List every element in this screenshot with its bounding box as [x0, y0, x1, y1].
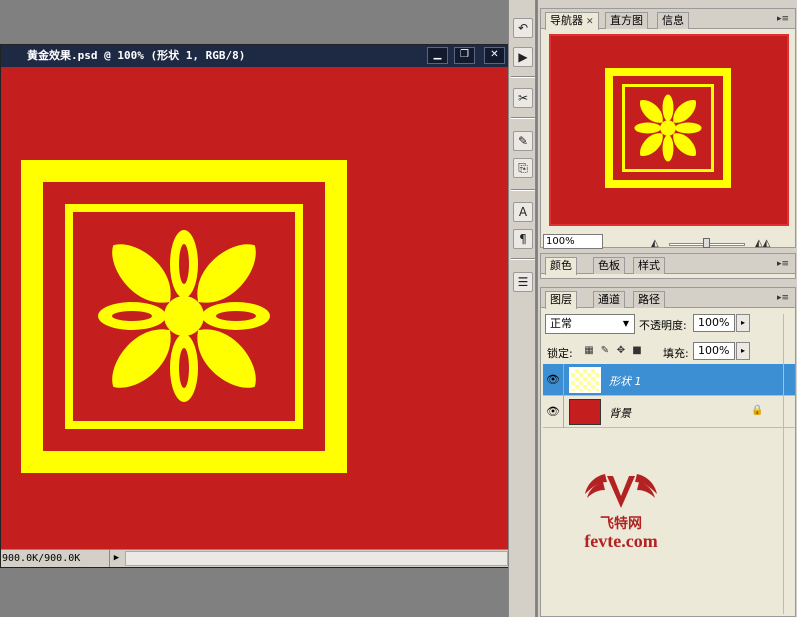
divider: [511, 258, 535, 260]
panel-menu-icon[interactable]: ▸≡: [777, 258, 789, 270]
clone-source-icon[interactable]: ⎘: [513, 158, 533, 178]
watermark-brand: 飞特网: [600, 516, 642, 532]
fill-stepper-icon[interactable]: ▸: [736, 342, 750, 360]
tab-label: 导航器: [550, 14, 583, 27]
watermark-url: fevte.com: [584, 531, 658, 551]
lock-all-icon[interactable]: ■: [631, 345, 643, 357]
divider: [563, 396, 564, 428]
navigator-thumbnail: [605, 68, 731, 188]
lock-position-icon[interactable]: ✥: [615, 345, 627, 357]
chevron-down-icon: ▼: [622, 319, 630, 328]
zoom-out-icon[interactable]: ◭: [651, 238, 659, 249]
tab-navigator[interactable]: 导航器 ✕: [545, 12, 599, 30]
divider: [511, 117, 535, 119]
document-size-info[interactable]: 900.0K/900.0K: [1, 550, 107, 567]
watermark-logo: 飞特网 fevte.com: [581, 468, 661, 552]
panel-vertical-scrollbar[interactable]: [783, 314, 793, 614]
visibility-eye-icon[interactable]: 👁: [545, 405, 561, 419]
close-icon[interactable]: ✕: [484, 47, 505, 64]
restore-icon[interactable]: ❐: [454, 47, 475, 64]
color-tab-bar: 颜色 色板 样式 ▸≡: [541, 254, 795, 275]
document-window: 黄金效果.psd @ 100% (形状 1, RGB/8) ▁ ❐ ✕ 900.…: [0, 44, 510, 568]
layer-row-background[interactable]: 👁 背景 🔒: [543, 396, 795, 428]
character-icon[interactable]: A: [513, 202, 533, 222]
panel-menu-icon[interactable]: ▸≡: [777, 13, 789, 25]
color-panel: 颜色 色板 样式 ▸≡: [540, 253, 796, 279]
zoom-slider-handle[interactable]: [703, 238, 710, 248]
opacity-label: 不透明度:: [639, 319, 687, 332]
minimize-icon[interactable]: ▁: [427, 47, 448, 64]
ornament-artwork: [21, 160, 347, 473]
panel-menu-icon[interactable]: ▸≡: [777, 292, 789, 304]
opacity-input[interactable]: 100%: [693, 314, 735, 332]
image-canvas[interactable]: [1, 67, 509, 549]
layer-thumbnail: [569, 367, 601, 393]
layers-panel: 图层 通道 路径 ▸≡ 正常 ▼ 不透明度: 100% ▸ 锁定: ▦ ✎ ✥ …: [540, 287, 796, 617]
divider: [511, 76, 535, 78]
panel-well: ↶ ▶ ✂ ✎ ⎘ A ¶ ☰: [508, 0, 536, 617]
divider: [511, 189, 535, 191]
layer-thumbnail: [569, 399, 601, 425]
tab-paths[interactable]: 路径: [633, 291, 665, 308]
zoom-in-icon[interactable]: ◭◭: [755, 238, 770, 249]
history-brush-icon[interactable]: ↶: [513, 18, 533, 38]
fill-label: 填充:: [663, 347, 689, 360]
layer-row-shape-1[interactable]: 👁 形状 1: [543, 364, 795, 396]
layer-name[interactable]: 背景: [609, 405, 631, 421]
tab-color[interactable]: 颜色: [545, 257, 577, 275]
blend-mode-value: 正常: [550, 317, 572, 330]
tab-styles[interactable]: 样式: [633, 257, 665, 274]
navigator-tab-bar: 导航器 ✕ 直方图 信息 ▸≡: [541, 9, 795, 30]
close-tab-icon[interactable]: ✕: [586, 17, 594, 27]
horizontal-scrollbar[interactable]: [125, 551, 508, 566]
navigator-zoom-field[interactable]: 100%: [543, 234, 603, 249]
navigator-panel: 导航器 ✕ 直方图 信息 ▸≡ 100% ◭ ◭◭: [540, 8, 796, 249]
actions-play-icon[interactable]: ▶: [513, 47, 533, 67]
status-menu-arrow-icon[interactable]: ▶: [109, 550, 123, 567]
opacity-stepper-icon[interactable]: ▸: [736, 314, 750, 332]
layer-name[interactable]: 形状 1: [609, 373, 642, 389]
blend-mode-select[interactable]: 正常 ▼: [545, 314, 635, 334]
lock-transparency-icon[interactable]: ▦: [583, 345, 595, 357]
tab-layers[interactable]: 图层: [545, 291, 577, 309]
navigator-preview[interactable]: [549, 34, 789, 226]
paragraph-icon[interactable]: ¶: [513, 229, 533, 249]
lock-image-icon[interactable]: ✎: [599, 345, 611, 357]
panels-dock: 导航器 ✕ 直方图 信息 ▸≡ 100% ◭ ◭◭ 颜色 色板 样式 ▸≡ 图层…: [537, 0, 797, 617]
tab-info[interactable]: 信息: [657, 12, 689, 29]
layer-comps-icon[interactable]: ☰: [513, 272, 533, 292]
visibility-eye-icon[interactable]: 👁: [545, 373, 561, 387]
wings-logo-icon: [585, 474, 657, 508]
lock-label: 锁定:: [547, 347, 573, 360]
brushes-icon[interactable]: ✎: [513, 131, 533, 151]
divider: [563, 364, 564, 396]
fill-input[interactable]: 100%: [693, 342, 735, 360]
tab-channels[interactable]: 通道: [593, 291, 625, 308]
tool-presets-icon[interactable]: ✂: [513, 88, 533, 108]
status-bar: 900.0K/900.0K ▶: [1, 549, 509, 567]
tab-swatches[interactable]: 色板: [593, 257, 625, 274]
lock-icon: 🔒: [751, 405, 764, 416]
tab-histogram[interactable]: 直方图: [605, 12, 648, 29]
layers-tab-bar: 图层 通道 路径 ▸≡: [541, 288, 795, 309]
